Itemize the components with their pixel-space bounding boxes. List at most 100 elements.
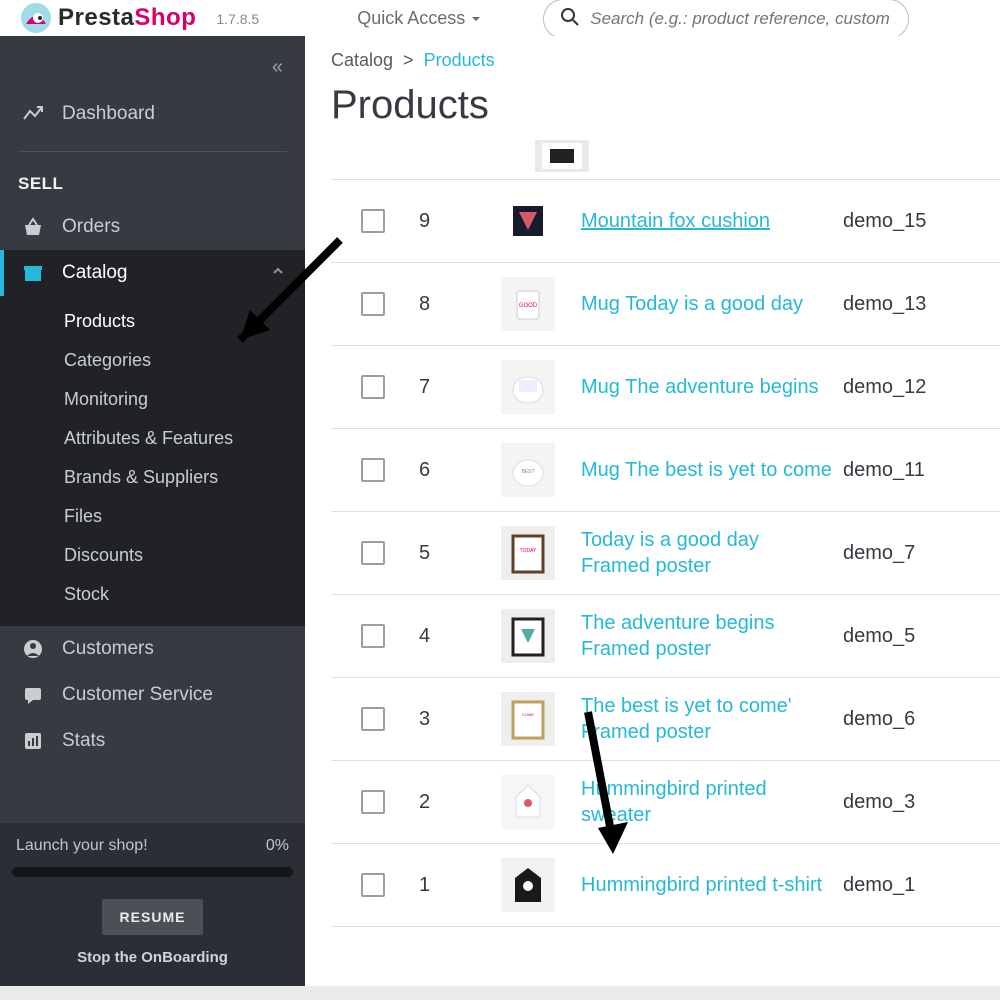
row-checkbox[interactable] — [361, 873, 385, 897]
product-reference: demo_15 — [843, 210, 926, 233]
svg-text:BEST: BEST — [521, 469, 534, 475]
row-id: 2 — [385, 791, 501, 814]
collapse-sidebar-button[interactable]: « — [0, 56, 305, 91]
prestashop-logo-icon — [20, 2, 52, 34]
product-name-link[interactable]: Mug The best is yet to come — [581, 457, 843, 483]
row-checkbox[interactable] — [361, 707, 385, 731]
product-thumbnail — [535, 140, 589, 172]
row-checkbox[interactable] — [361, 624, 385, 648]
basket-icon — [22, 216, 44, 238]
breadcrumb-catalog[interactable]: Catalog — [331, 50, 393, 71]
product-thumbnail[interactable]: COME — [501, 692, 555, 746]
breadcrumb-products[interactable]: Products — [424, 50, 495, 71]
onboard-progress-bar — [12, 867, 293, 877]
table-row: 4 The adventure begins Framed posterdemo_… — [331, 595, 1000, 678]
row-checkbox[interactable] — [361, 541, 385, 565]
row-id: 1 — [385, 874, 501, 897]
product-thumbnail[interactable] — [501, 360, 555, 414]
onboard-percent: 0% — [266, 837, 289, 855]
page-title: Products — [331, 83, 1000, 128]
logo-text: PrestaShop — [58, 4, 196, 32]
search-box[interactable] — [543, 0, 909, 39]
product-reference: demo_5 — [843, 625, 915, 648]
search-input[interactable] — [590, 9, 892, 29]
row-id: 4 — [385, 625, 501, 648]
sidebar-item-label: Dashboard — [62, 103, 155, 125]
row-id: 8 — [385, 293, 501, 316]
stop-onboarding-link[interactable]: Stop the OnBoarding — [12, 949, 293, 966]
product-reference: demo_6 — [843, 708, 915, 731]
table-row: 6BESTMug The best is yet to comedemo_11 — [331, 429, 1000, 512]
bar-chart-icon — [22, 730, 44, 752]
table-row: 3COMEThe best is yet to come' Framed pos… — [331, 678, 1000, 761]
sidebar-item-label: Catalog — [62, 262, 128, 284]
row-id: 9 — [385, 210, 501, 233]
product-name-link[interactable]: Mountain fox cushion — [581, 208, 843, 234]
quick-access-dropdown[interactable]: Quick Access — [357, 8, 481, 29]
sidebar-item-label: Customers — [62, 638, 154, 660]
submenu-item-attributes[interactable]: Attributes & Features — [0, 419, 305, 458]
product-thumbnail[interactable]: TODAY — [501, 526, 555, 580]
product-thumbnail[interactable]: BEST — [501, 443, 555, 497]
product-reference: demo_13 — [843, 293, 926, 316]
product-reference: demo_1 — [843, 874, 915, 897]
product-thumbnail[interactable] — [501, 775, 555, 829]
store-icon — [22, 262, 44, 284]
row-checkbox[interactable] — [361, 458, 385, 482]
row-id: 3 — [385, 708, 501, 731]
sidebar: « Dashboard SELL Orders Catalog Products… — [0, 36, 305, 986]
annotation-arrow-icon — [200, 230, 360, 395]
product-name-link[interactable]: Today is a good day Framed poster — [581, 527, 843, 579]
sidebar-section-sell: SELL — [0, 166, 305, 204]
submenu-item-stock[interactable]: Stock — [0, 575, 305, 614]
search-icon — [560, 7, 580, 32]
product-thumbnail[interactable] — [501, 609, 555, 663]
table-row: 9 Mountain fox cushiondemo_15 — [331, 180, 1000, 263]
row-checkbox[interactable] — [361, 292, 385, 316]
chat-icon — [22, 684, 44, 706]
product-name-link[interactable]: Mug The adventure begins — [581, 374, 843, 400]
logo[interactable]: PrestaShop — [20, 2, 196, 34]
product-reference: demo_12 — [843, 376, 926, 399]
svg-text:TODAY: TODAY — [520, 548, 537, 554]
resume-button[interactable]: RESUME — [102, 899, 204, 935]
row-checkbox[interactable] — [361, 790, 385, 814]
table-row-partial — [331, 140, 1000, 180]
sidebar-item-label: Orders — [62, 216, 120, 238]
sidebar-item-customers[interactable]: Customers — [0, 626, 305, 672]
submenu-item-brands[interactable]: Brands & Suppliers — [0, 458, 305, 497]
sidebar-item-label: Customer Service — [62, 684, 213, 706]
submenu-item-discounts[interactable]: Discounts — [0, 536, 305, 575]
sidebar-item-stats[interactable]: Stats — [0, 718, 305, 764]
onboard-launch-label: Launch your shop! — [16, 837, 148, 855]
table-row: 7 Mug The adventure beginsdemo_12 — [331, 346, 1000, 429]
divider — [18, 151, 287, 152]
table-row: 5 TODAY Today is a good day Framed posterd… — [331, 512, 1000, 595]
onboarding-panel: Launch your shop! 0% RESUME Stop the OnB… — [0, 823, 305, 986]
product-name-link[interactable]: Mug Today is a good day — [581, 291, 843, 317]
breadcrumb-separator: > — [403, 50, 414, 71]
table-row: 8GOOD Mug Today is a good daydemo_13 — [331, 263, 1000, 346]
product-thumbnail[interactable] — [501, 858, 555, 912]
product-reference: demo_11 — [843, 459, 925, 482]
sidebar-item-dashboard[interactable]: Dashboard — [0, 91, 305, 137]
product-name-link[interactable]: The adventure begins Framed poster — [581, 610, 843, 662]
sidebar-item-customer-service[interactable]: Customer Service — [0, 672, 305, 718]
table-row: 1Hummingbird printed t-shirtdemo_1 — [331, 844, 1000, 927]
product-thumbnail[interactable] — [501, 194, 555, 248]
product-reference: demo_7 — [843, 542, 915, 565]
row-checkbox[interactable] — [361, 209, 385, 233]
row-checkbox[interactable] — [361, 375, 385, 399]
product-thumbnail[interactable]: GOOD — [501, 277, 555, 331]
top-bar: PrestaShop 1.7.8.5 Quick Access — [0, 0, 1000, 36]
table-row: 2Hummingbird printed sweaterdemo_3 — [331, 761, 1000, 844]
breadcrumb: Catalog > Products — [331, 50, 1000, 71]
products-table: 9Mountain fox cushiondemo_158GOODMug Tod… — [331, 140, 1000, 927]
submenu-item-files[interactable]: Files — [0, 497, 305, 536]
version-label: 1.7.8.5 — [216, 11, 259, 27]
svg-text:COME: COME — [522, 712, 534, 717]
product-reference: demo_3 — [843, 791, 915, 814]
trending-up-icon — [22, 103, 44, 125]
row-id: 5 — [385, 542, 501, 565]
row-id: 7 — [385, 376, 501, 399]
